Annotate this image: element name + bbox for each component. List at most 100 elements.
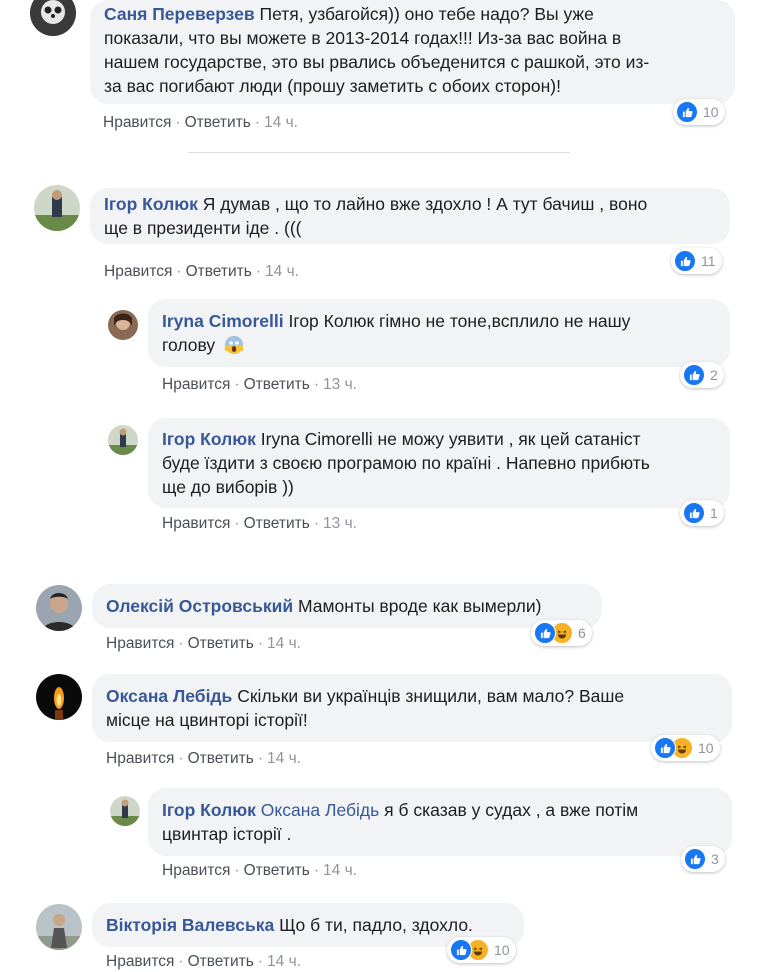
comment-actions: Нравится · Ответить · 14 ч. [103,114,298,132]
comment-author[interactable]: Вікторія Валевська [106,915,274,935]
comment-text: ще в президенти іде . ((( [104,218,302,238]
comment-bubble: Оксана Лебідь Скільки ви українців знищи… [92,674,732,742]
reply-link[interactable]: Ответить [186,263,252,280]
comment-bubble: Ігор Колюк Iryna Cimorelli не можу уявит… [148,418,730,508]
comment-author[interactable]: Оксана Лебідь [106,686,232,706]
reaction-summary[interactable]: 1 [680,500,724,526]
timestamp[interactable]: 13 ч. [323,515,357,532]
reply-link[interactable]: Ответить [185,114,251,131]
comment-actions: Нравится · Ответить · 13 ч. [162,376,357,394]
avatar-iryna[interactable] [108,310,138,340]
comment-actions: Нравится · Ответить · 14 ч. [106,750,301,768]
reaction-summary[interactable]: 10 [651,735,720,761]
avatar-igor[interactable] [34,185,80,231]
timestamp[interactable]: 14 ч. [267,953,301,970]
reaction-summary[interactable]: 10 [673,99,725,125]
comment-author[interactable]: Ігор Колюк [162,800,256,820]
timestamp[interactable]: 14 ч. [267,635,301,652]
comment-text: Петя, узбагойся)) оно тебе надо? Вы уже [259,4,594,24]
reaction-summary[interactable]: 2 [680,362,724,388]
separator: · [257,953,264,970]
comment-bubble: Саня Переверзев Петя, узбагойся)) оно те… [90,0,735,104]
scream-emoji-icon [224,335,244,361]
like-link[interactable]: Нравится [104,263,172,280]
comment-actions: Нравится · Ответить · 13 ч. [162,515,357,533]
comment-text: ще до виборів )) [162,477,294,497]
avatar-oleksiy[interactable] [36,585,82,631]
like-icon [674,250,696,272]
reaction-count: 10 [494,942,510,958]
avatar-sanya[interactable] [30,0,76,36]
comment-line-1: Олексій Островський Мамонты вроде как вы… [106,594,588,618]
reply-link[interactable]: Ответить [188,635,254,652]
comment-text: Iryna Cimorelli не можу уявити , як цей … [260,429,641,449]
avatar-igor[interactable] [110,796,140,826]
comment-line-1: Iryna Cimorelli Ігор Колюк гімно не тоне… [162,309,716,333]
reaction-summary[interactable]: 11 [671,248,722,274]
comment-author[interactable]: Саня Переверзев [104,4,255,24]
like-link[interactable]: Нравится [162,515,230,532]
comment-bubble: Олексій Островський Мамонты вроде как вы… [92,584,602,628]
comment-bubble: Ігор Колюк Я думав , що то лайно вже здо… [90,188,730,244]
like-link[interactable]: Нравится [106,635,174,652]
comment-text: Скільки ви українців знищили, вам мало? … [237,686,625,706]
like-link[interactable]: Нравится [106,750,174,767]
comment-line-1: Вікторія Валевська Що б ти, падло, здохл… [106,913,510,937]
reply-link[interactable]: Ответить [188,953,254,970]
comment-text: нашем государстве, это вы рвались объеде… [104,52,650,72]
comment-line-1: Ігор Колюк Оксана Лебідь я б сказав у су… [162,798,718,822]
comment-line-2: голову [162,333,716,361]
comment-author[interactable]: Iryna Cimorelli [162,311,284,331]
comment-text: показали, что вы можете в 2013-2014 года… [104,28,622,48]
separator: · [178,635,184,652]
reaction-count: 2 [710,367,718,383]
comment-author[interactable]: Олексій Островський [106,596,293,616]
reply-link[interactable]: Ответить [244,862,310,879]
like-link[interactable]: Нравится [162,376,230,393]
comment-text: місце на цвинторі історії! [106,710,308,730]
comment-text: голову [162,335,216,355]
avatar-igor[interactable] [108,425,138,455]
mention-link[interactable]: Оксана Лебідь [261,800,379,820]
comment-author[interactable]: Ігор Колюк [104,194,198,214]
comment-bubble: Ігор Колюк Оксана Лебідь я б сказав у су… [148,788,732,856]
comment-text: Що б ти, падло, здохло. [279,915,473,935]
comment-author[interactable]: Ігор Колюк [162,429,256,449]
reply-link[interactable]: Ответить [244,515,310,532]
like-icon [654,737,676,759]
timestamp[interactable]: 14 ч. [264,114,298,131]
comment-actions: Нравится · Ответить · 14 ч. [106,953,301,971]
reaction-count: 6 [578,625,586,641]
timestamp[interactable]: 13 ч. [323,376,357,393]
separator: · [234,862,240,879]
comment-text: я б сказав у судах , а вже потім [384,800,639,820]
comment-bubble: Iryna Cimorelli Ігор Колюк гімно не тоне… [148,299,730,367]
separator: · [254,114,261,131]
reaction-count: 3 [711,851,719,867]
comment-actions: Нравится · Ответить · 14 ч. [106,635,301,653]
separator: · [255,263,262,280]
comment-line-1: Оксана Лебідь Скільки ви українців знищи… [106,684,718,708]
comment-text: Я думав , що то лайно вже здохло ! А тут… [202,194,648,214]
comment-text: Мамонты вроде как вымерли) [298,596,542,616]
like-link[interactable]: Нравится [103,114,171,131]
like-icon [676,101,698,123]
comment-line-1: Ігор Колюк Iryna Cimorelli не можу уявит… [162,427,716,451]
avatar-viktoria[interactable] [36,904,82,950]
timestamp[interactable]: 14 ч. [323,862,357,879]
comment-line-1: Саня Переверзев Петя, узбагойся)) оно те… [104,2,721,26]
reaction-summary[interactable]: 3 [681,846,725,872]
reaction-summary[interactable]: 6 [531,620,592,646]
timestamp[interactable]: 14 ч. [267,750,301,767]
like-link[interactable]: Нравится [106,953,174,970]
reply-link[interactable]: Ответить [188,750,254,767]
reply-link[interactable]: Ответить [244,376,310,393]
reaction-summary[interactable]: 10 [447,937,516,963]
timestamp[interactable]: 14 ч. [265,263,299,280]
avatar-oksana[interactable] [36,674,82,720]
like-icon [683,364,705,386]
comment-actions: Нравится · Ответить · 14 ч. [162,862,357,880]
like-link[interactable]: Нравится [162,862,230,879]
reaction-count: 10 [698,740,714,756]
separator: · [257,750,264,767]
